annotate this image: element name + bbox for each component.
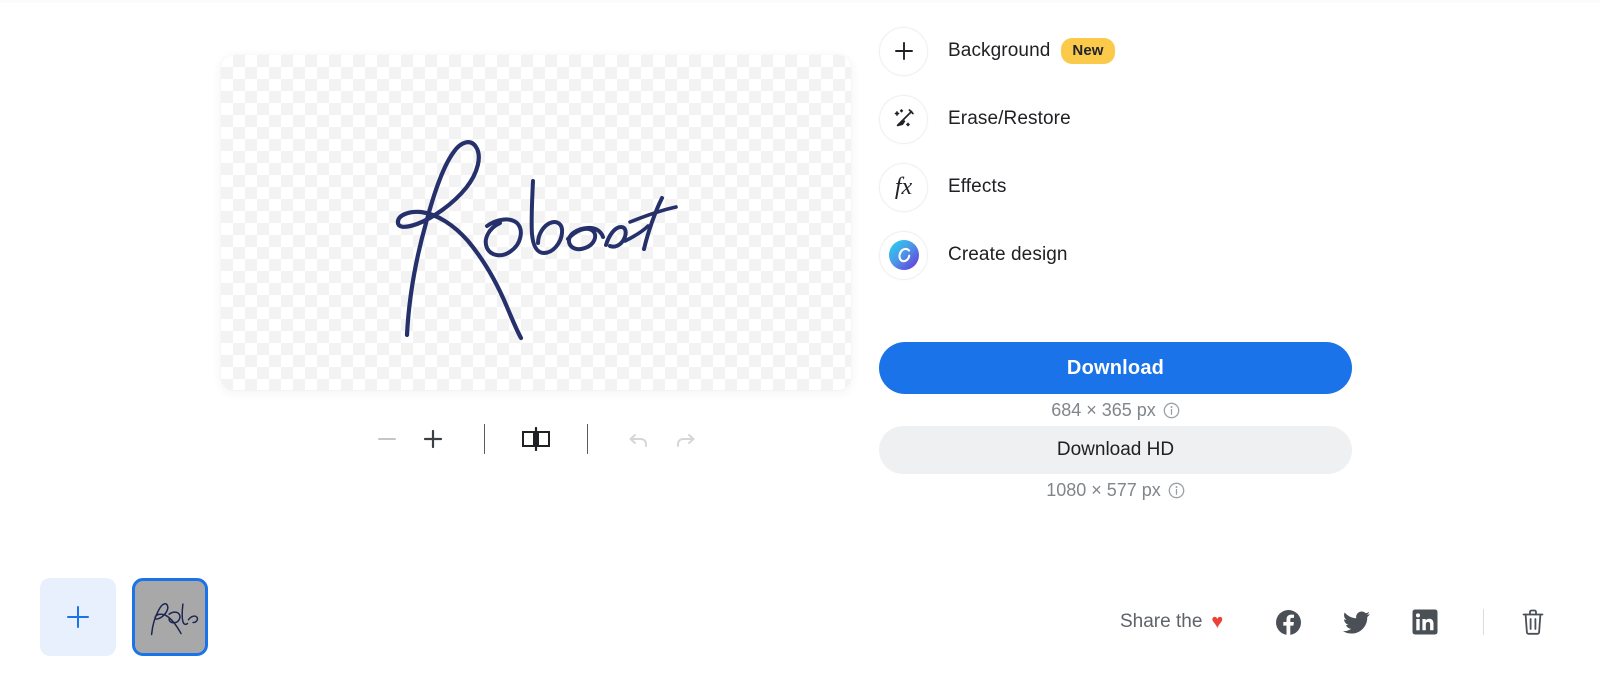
linkedin-share-button[interactable] bbox=[1412, 609, 1438, 635]
twitter-share-button[interactable] bbox=[1343, 609, 1371, 636]
tool-create-design[interactable]: Create design bbox=[879, 226, 1439, 284]
add-image-tile[interactable] bbox=[40, 578, 116, 656]
tool-create-design-label: Create design bbox=[948, 244, 1068, 265]
canvas-toolbar bbox=[221, 415, 851, 463]
thumbnail-strip bbox=[40, 578, 208, 656]
share-bar: Share the ♥ bbox=[1120, 608, 1546, 636]
undo-button[interactable] bbox=[616, 416, 662, 462]
thumbnail-signature-icon bbox=[150, 603, 199, 636]
download-dimensions: 684 × 365 px bbox=[879, 394, 1352, 426]
delete-image-button[interactable] bbox=[1520, 608, 1546, 636]
tool-erase-restore[interactable]: Erase/Restore bbox=[879, 90, 1439, 148]
top-strip bbox=[0, 0, 1600, 3]
image-canvas-area bbox=[221, 55, 851, 390]
image-thumbnail-robert[interactable] bbox=[132, 578, 208, 656]
tool-effects-label: Effects bbox=[948, 176, 1007, 197]
signature-artwork bbox=[395, 140, 678, 341]
tools-panel: Background New Erase/Restore fx Effects … bbox=[879, 22, 1439, 284]
compare-before-after-button[interactable] bbox=[513, 416, 559, 462]
background-remover-editor: Background New Erase/Restore fx Effects … bbox=[0, 0, 1600, 696]
redo-button[interactable] bbox=[662, 416, 708, 462]
share-label: Share the bbox=[1120, 611, 1203, 632]
tool-effects[interactable]: fx Effects bbox=[879, 158, 1439, 216]
image-canvas[interactable] bbox=[221, 55, 851, 390]
canva-logo-icon bbox=[879, 230, 928, 280]
toolbar-divider-2 bbox=[587, 424, 588, 454]
fx-icon: fx bbox=[879, 162, 928, 212]
tool-erase-restore-label: Erase/Restore bbox=[948, 108, 1071, 129]
tool-background[interactable]: Background New bbox=[879, 22, 1439, 80]
download-dimensions-text: 684 × 365 px bbox=[1051, 399, 1156, 420]
share-divider bbox=[1483, 609, 1485, 635]
fx-glyph: fx bbox=[894, 173, 913, 200]
info-circle-icon[interactable] bbox=[1163, 402, 1180, 419]
download-section: Download 684 × 365 px Download HD 1080 ×… bbox=[879, 342, 1352, 506]
download-hd-dimensions: 1080 × 577 px bbox=[879, 474, 1352, 506]
download-hd-dimensions-text: 1080 × 577 px bbox=[1046, 479, 1161, 500]
download-button[interactable]: Download bbox=[879, 342, 1352, 394]
info-circle-icon-hd[interactable] bbox=[1168, 482, 1185, 499]
status-badge-new: New bbox=[1061, 38, 1115, 64]
plus-icon bbox=[879, 26, 928, 76]
tool-background-label: Background bbox=[948, 40, 1051, 61]
zoom-in-button[interactable] bbox=[410, 416, 456, 462]
zoom-out-button[interactable] bbox=[364, 416, 410, 462]
download-hd-button[interactable]: Download HD bbox=[879, 426, 1352, 474]
tool-list: Background New Erase/Restore fx Effects … bbox=[879, 22, 1439, 284]
magic-brush-icon bbox=[879, 94, 928, 144]
facebook-share-button[interactable] bbox=[1275, 609, 1302, 636]
heart-icon: ♥ bbox=[1211, 610, 1224, 633]
toolbar-divider-1 bbox=[484, 424, 485, 454]
